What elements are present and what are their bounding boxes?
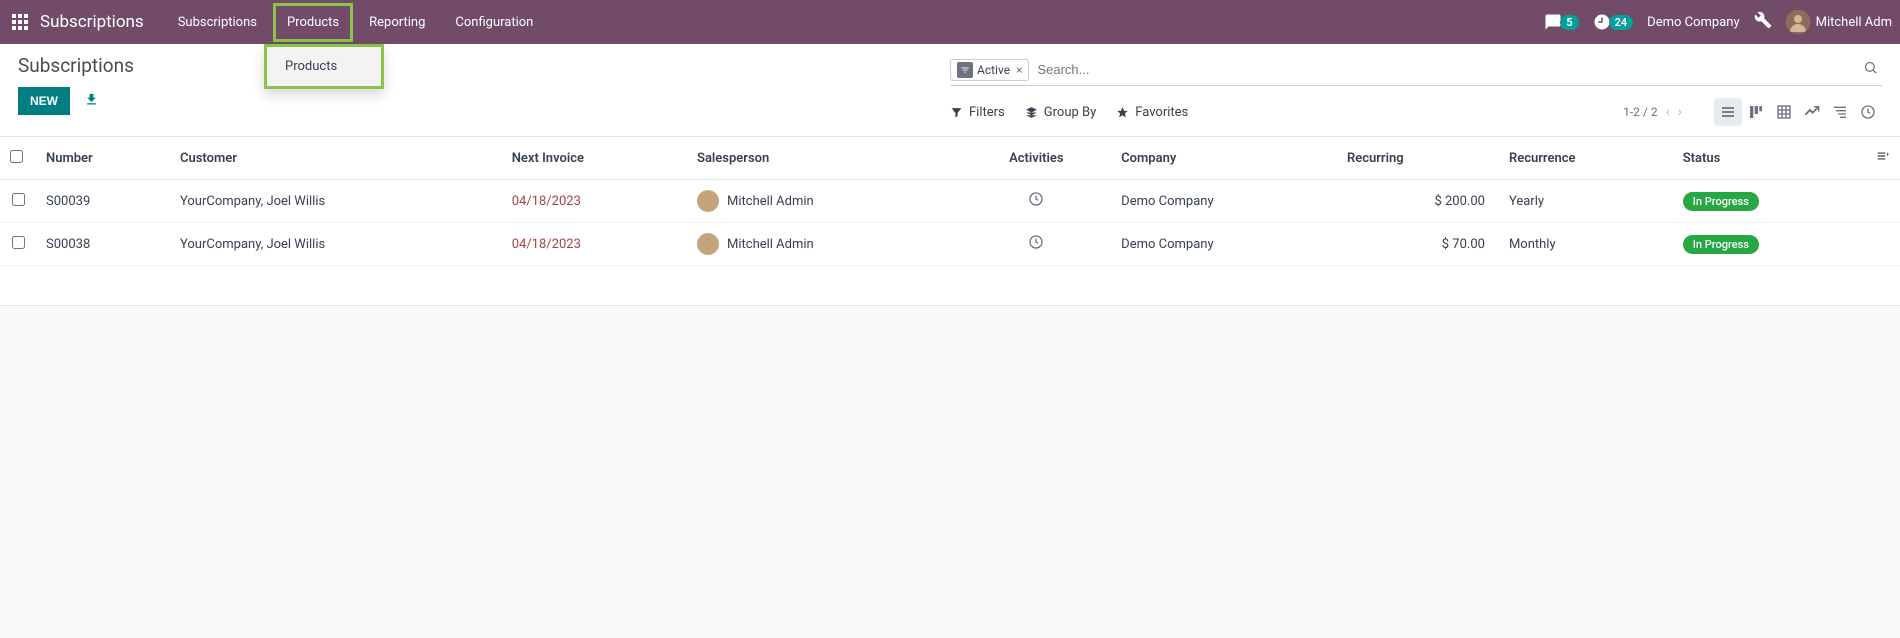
th-customer[interactable]: Customer	[170, 137, 502, 180]
chip-remove-icon[interactable]: ×	[1014, 63, 1024, 77]
th-settings-icon[interactable]	[1866, 137, 1900, 180]
favorites-button[interactable]: Favorites	[1116, 105, 1188, 120]
view-list-icon[interactable]	[1714, 98, 1742, 126]
status-badge: In Progress	[1683, 235, 1759, 254]
avatar	[697, 190, 719, 212]
th-recurring[interactable]: Recurring	[1337, 137, 1499, 180]
search-toolbar: Filters Group By Favorites 1-2 / 2 ‹ ›	[950, 92, 1882, 132]
th-salesperson[interactable]: Salesperson	[687, 137, 962, 180]
layers-icon	[1025, 106, 1038, 119]
th-recurrence[interactable]: Recurrence	[1499, 137, 1673, 180]
apps-icon[interactable]	[8, 10, 32, 34]
tools-icon[interactable]	[1754, 11, 1772, 33]
view-pivot-icon[interactable]	[1770, 98, 1798, 126]
messages-button[interactable]: 5	[1544, 13, 1578, 31]
table-header-row: Number Customer Next Invoice Salesperson…	[0, 137, 1900, 180]
cell-recurrence: Monthly	[1499, 223, 1673, 266]
new-button[interactable]: NEW	[18, 87, 70, 115]
th-number[interactable]: Number	[36, 137, 170, 180]
view-kanban-icon[interactable]	[1742, 98, 1770, 126]
th-company[interactable]: Company	[1111, 137, 1337, 180]
dropdown-item-products[interactable]: Products	[267, 47, 381, 86]
table-row[interactable]: S00039 YourCompany, Joel Willis 04/18/20…	[0, 180, 1900, 223]
funnel-icon	[950, 106, 963, 119]
nav-subscriptions[interactable]: Subscriptions	[164, 3, 271, 42]
cell-status: In Progress	[1673, 223, 1866, 266]
nav-menu: Subscriptions Products Reporting Configu…	[164, 3, 548, 42]
messages-badge: 5	[1560, 15, 1578, 30]
clock-icon	[1028, 234, 1044, 250]
cell-next-invoice: 04/18/2023	[502, 180, 687, 223]
star-icon	[1116, 106, 1129, 119]
cell-company: Demo Company	[1111, 180, 1337, 223]
view-switcher	[1714, 98, 1882, 126]
nav-reporting[interactable]: Reporting	[355, 3, 439, 42]
activities-badge: 24	[1609, 15, 1634, 30]
cell-recurring: $ 200.00	[1337, 180, 1499, 223]
cell-number: S00038	[36, 223, 170, 266]
pager: 1-2 / 2 ‹ ›	[1623, 104, 1682, 120]
groupby-button[interactable]: Group By	[1025, 105, 1097, 120]
search-icon[interactable]	[1859, 60, 1882, 79]
avatar	[697, 233, 719, 255]
filter-chip-active: Active ×	[950, 59, 1029, 81]
th-status[interactable]: Status	[1673, 137, 1866, 180]
search-bar: Active ×	[950, 54, 1882, 86]
cell-customer: YourCompany, Joel Willis	[170, 223, 502, 266]
cell-salesperson: Mitchell Admin	[687, 180, 962, 223]
filter-chip-label: Active	[977, 63, 1010, 77]
clock-icon	[1593, 13, 1611, 31]
cell-activities[interactable]	[962, 223, 1112, 266]
company-switcher[interactable]: Demo Company	[1647, 15, 1739, 30]
cell-recurrence: Yearly	[1499, 180, 1673, 223]
subscriptions-table: Number Customer Next Invoice Salesperson…	[0, 137, 1900, 266]
th-next-invoice[interactable]: Next Invoice	[502, 137, 687, 180]
table-row[interactable]: S00038 YourCompany, Joel Willis 04/18/20…	[0, 223, 1900, 266]
products-dropdown: Products	[264, 44, 384, 89]
status-badge: In Progress	[1683, 192, 1759, 211]
table-footer-space	[0, 266, 1900, 306]
cell-activities[interactable]	[962, 180, 1112, 223]
pager-prev-icon[interactable]: ‹	[1666, 104, 1670, 120]
th-activities[interactable]: Activities	[962, 137, 1112, 180]
row-checkbox[interactable]	[12, 236, 25, 249]
top-navbar: Subscriptions Subscriptions Products Rep…	[0, 0, 1900, 44]
select-all-checkbox[interactable]	[10, 150, 23, 163]
cell-salesperson: Mitchell Admin	[687, 223, 962, 266]
cell-recurring: $ 70.00	[1337, 223, 1499, 266]
cell-status: In Progress	[1673, 180, 1866, 223]
view-graph-icon[interactable]	[1798, 98, 1826, 126]
cell-customer: YourCompany, Joel Willis	[170, 180, 502, 223]
user-menu[interactable]: Mitchell Adm	[1786, 10, 1892, 34]
view-activity-icon[interactable]	[1854, 98, 1882, 126]
pager-text: 1-2 / 2	[1623, 105, 1657, 119]
avatar	[1786, 10, 1810, 34]
funnel-icon	[957, 62, 973, 78]
view-cohort-icon[interactable]	[1826, 98, 1854, 126]
cell-number: S00039	[36, 180, 170, 223]
cell-company: Demo Company	[1111, 223, 1337, 266]
page-title: Subscriptions	[18, 54, 950, 77]
topbar-right: 5 24 Demo Company Mitchell Adm	[1544, 10, 1892, 34]
activities-button[interactable]: 24	[1593, 13, 1634, 31]
nav-configuration[interactable]: Configuration	[441, 3, 547, 42]
nav-products[interactable]: Products	[273, 3, 353, 42]
filters-button[interactable]: Filters	[950, 105, 1005, 120]
pager-next-icon[interactable]: ›	[1678, 104, 1682, 120]
app-brand[interactable]: Subscriptions	[40, 12, 144, 32]
row-checkbox[interactable]	[12, 193, 25, 206]
user-name: Mitchell Adm	[1816, 15, 1892, 30]
cell-next-invoice: 04/18/2023	[502, 223, 687, 266]
search-input[interactable]	[1029, 58, 1859, 81]
clock-icon	[1028, 191, 1044, 207]
download-icon[interactable]	[84, 92, 99, 111]
